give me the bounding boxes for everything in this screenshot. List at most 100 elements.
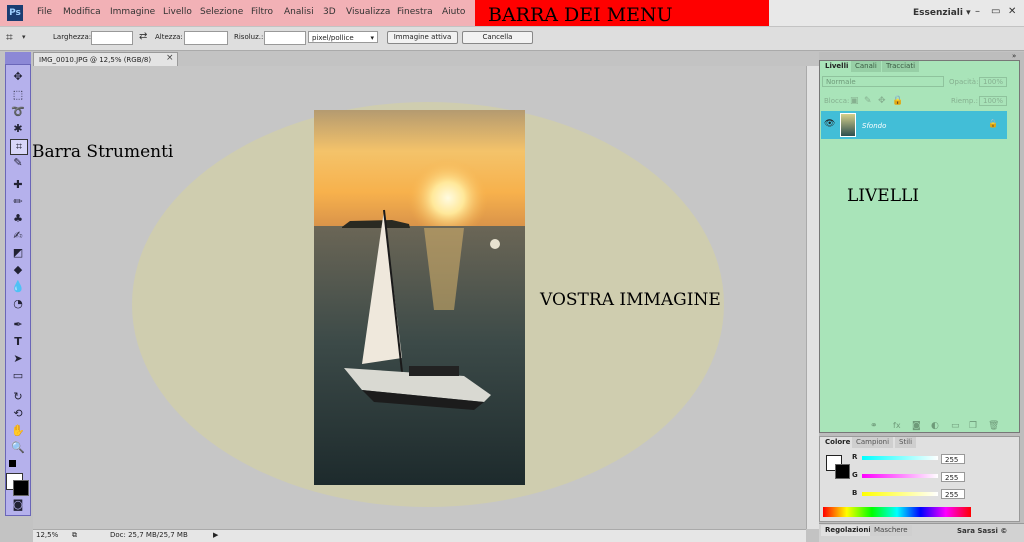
3d-rotate-tool-icon[interactable]: ↻ <box>10 390 26 404</box>
history-brush-tool-icon[interactable]: ✍ <box>10 229 26 243</box>
color-spectrum-ramp[interactable] <box>823 507 971 517</box>
height-input[interactable] <box>184 31 228 45</box>
tab-maschere[interactable]: Maschere <box>870 525 912 536</box>
tab-stili[interactable]: Stili <box>895 437 917 448</box>
brush-tool-icon[interactable]: ✏ <box>10 195 26 209</box>
restore-icon[interactable]: ▭ <box>991 6 1000 17</box>
workspace-switcher[interactable]: Essenziali ▾ <box>913 8 971 18</box>
r-slider[interactable] <box>862 456 938 460</box>
eyedropper-tool-icon[interactable]: ✎ <box>10 156 26 170</box>
swap-icon[interactable]: ⇄ <box>139 31 147 42</box>
lock-image-icon[interactable]: ✎ <box>864 96 872 106</box>
path-selection-tool-icon[interactable]: ➤ <box>10 352 26 366</box>
r-label: R <box>852 453 858 461</box>
g-value[interactable]: 255 <box>941 472 965 482</box>
lock-label: Blocca: <box>824 97 850 105</box>
width-input[interactable] <box>91 31 133 45</box>
r-value[interactable]: 255 <box>941 454 965 464</box>
lasso-tool-icon[interactable]: ➰ <box>10 105 26 119</box>
crop-tool-icon[interactable]: ⌗ <box>10 139 28 155</box>
eraser-tool-icon[interactable]: ◩ <box>10 246 26 260</box>
b-slider[interactable] <box>862 492 938 496</box>
background-color-swatch[interactable] <box>13 480 29 496</box>
tab-canali[interactable]: Canali <box>851 61 881 72</box>
menu-file[interactable]: File <box>37 7 52 17</box>
magic-wand-tool-icon[interactable]: ✱ <box>10 122 26 136</box>
g-label: G <box>852 471 858 479</box>
resolution-input[interactable] <box>264 31 306 45</box>
document-tab[interactable]: IMG_0010.JPG @ 12,5% (RGB/8) <box>33 52 178 66</box>
3d-orbit-tool-icon[interactable]: ⟲ <box>10 407 26 421</box>
tab-tracciati[interactable]: Tracciati <box>882 61 920 72</box>
workspace-label: Essenziali <box>913 8 963 18</box>
units-select[interactable]: pixel/pollice ▾ <box>308 31 378 43</box>
type-tool-icon[interactable]: T <box>10 335 26 349</box>
marquee-tool-icon[interactable]: ⬚ <box>10 88 26 102</box>
tab-livelli[interactable]: Livelli <box>821 61 853 72</box>
status-menu-arrow-icon[interactable]: ▶ <box>213 531 218 539</box>
menu-modifica[interactable]: Modifica <box>63 7 101 17</box>
hand-tool-icon[interactable]: ✋ <box>10 424 26 438</box>
menu-selezione[interactable]: Selezione <box>200 7 243 17</box>
zoom-tool-icon[interactable]: 🔍 <box>10 441 26 455</box>
pen-tool-icon[interactable]: ✒ <box>10 318 26 332</box>
lock-transparent-icon[interactable]: ▣ <box>850 96 859 106</box>
tool-preset-chevron-icon[interactable]: ▾ <box>22 33 26 41</box>
quick-mask-icon[interactable]: ◙ <box>10 498 26 512</box>
menu-finestra[interactable]: Finestra <box>397 7 433 17</box>
watermark-credit: Sara Sassi © <box>957 527 1008 535</box>
clear-button[interactable]: Cancella <box>462 31 533 44</box>
menu-3d[interactable]: 3D <box>323 7 336 17</box>
move-tool-icon[interactable]: ✥ <box>10 70 26 84</box>
healing-brush-tool-icon[interactable]: ✚ <box>10 178 26 192</box>
fill-input[interactable]: 100% <box>979 96 1008 106</box>
layer-style-icon[interactable]: fx <box>893 421 901 430</box>
document-tab-title: IMG_0010.JPG @ 12,5% (RGB/8) <box>39 56 152 64</box>
layer-name[interactable]: Sfondo <box>862 122 886 130</box>
tools-annotation: Barra Strumenti <box>32 142 174 162</box>
tab-campioni[interactable]: Campioni <box>852 437 894 448</box>
lock-all-icon[interactable]: 🔒 <box>892 96 903 106</box>
default-colors-icon[interactable] <box>9 460 16 467</box>
minimize-icon[interactable]: – <box>975 6 980 17</box>
link-layers-icon[interactable]: ⚭ <box>870 421 878 431</box>
b-value[interactable]: 255 <box>941 489 965 499</box>
lock-position-icon[interactable]: ✥ <box>878 96 886 106</box>
status-info-icon[interactable]: ⧉ <box>72 531 77 540</box>
front-image-button[interactable]: Immagine attiva <box>387 31 458 44</box>
g-slider[interactable] <box>862 474 938 478</box>
clone-stamp-tool-icon[interactable]: ♣ <box>10 212 26 226</box>
menu-visualizza[interactable]: Visualizza <box>346 7 390 17</box>
menu-immagine[interactable]: Immagine <box>110 7 155 17</box>
close-icon[interactable]: ✕ <box>1008 6 1016 17</box>
toolbar-header[interactable] <box>5 52 31 64</box>
shape-tool-icon[interactable]: ▭ <box>10 369 26 383</box>
photoshop-logo-icon[interactable]: Ps <box>7 5 23 21</box>
vertical-scrollbar[interactable] <box>806 66 819 529</box>
color-background-swatch[interactable] <box>835 464 850 479</box>
blur-tool-icon[interactable]: 💧 <box>10 280 26 294</box>
fill-label: Riemp.: <box>951 97 978 105</box>
zoom-level[interactable]: 12,5% <box>36 531 58 539</box>
paint-bucket-tool-icon[interactable]: ◆ <box>10 263 26 277</box>
tab-colore[interactable]: Colore <box>821 437 855 448</box>
new-group-icon[interactable]: ▭ <box>951 421 960 431</box>
delete-layer-icon[interactable]: 🗑 <box>988 421 999 431</box>
collapse-panels-icon[interactable]: » <box>1012 52 1016 60</box>
close-tab-icon[interactable]: × <box>166 53 174 63</box>
tab-regolazioni[interactable]: Regolazioni <box>821 525 875 536</box>
menu-filtro[interactable]: Filtro <box>251 7 273 17</box>
image-annotation: VOSTRA IMMAGINE <box>540 290 721 310</box>
menu-analisi[interactable]: Analisi <box>284 7 314 17</box>
dodge-tool-icon[interactable]: ◔ <box>10 297 26 311</box>
sunset-sailboat-photo <box>314 110 525 485</box>
menu-livello[interactable]: Livello <box>163 7 192 17</box>
blend-mode-select[interactable]: Normale <box>822 76 944 87</box>
adjustment-layer-icon[interactable]: ◐ <box>931 421 939 431</box>
layer-mask-icon[interactable]: ◙ <box>912 421 921 431</box>
opacity-input[interactable]: 100% <box>979 77 1008 87</box>
new-layer-icon[interactable]: ❐ <box>969 421 977 431</box>
crop-icon[interactable]: ⌗ <box>6 30 13 45</box>
eye-visibility-icon[interactable]: 👁 <box>824 119 835 129</box>
menu-aiuto[interactable]: Aiuto <box>442 7 465 17</box>
